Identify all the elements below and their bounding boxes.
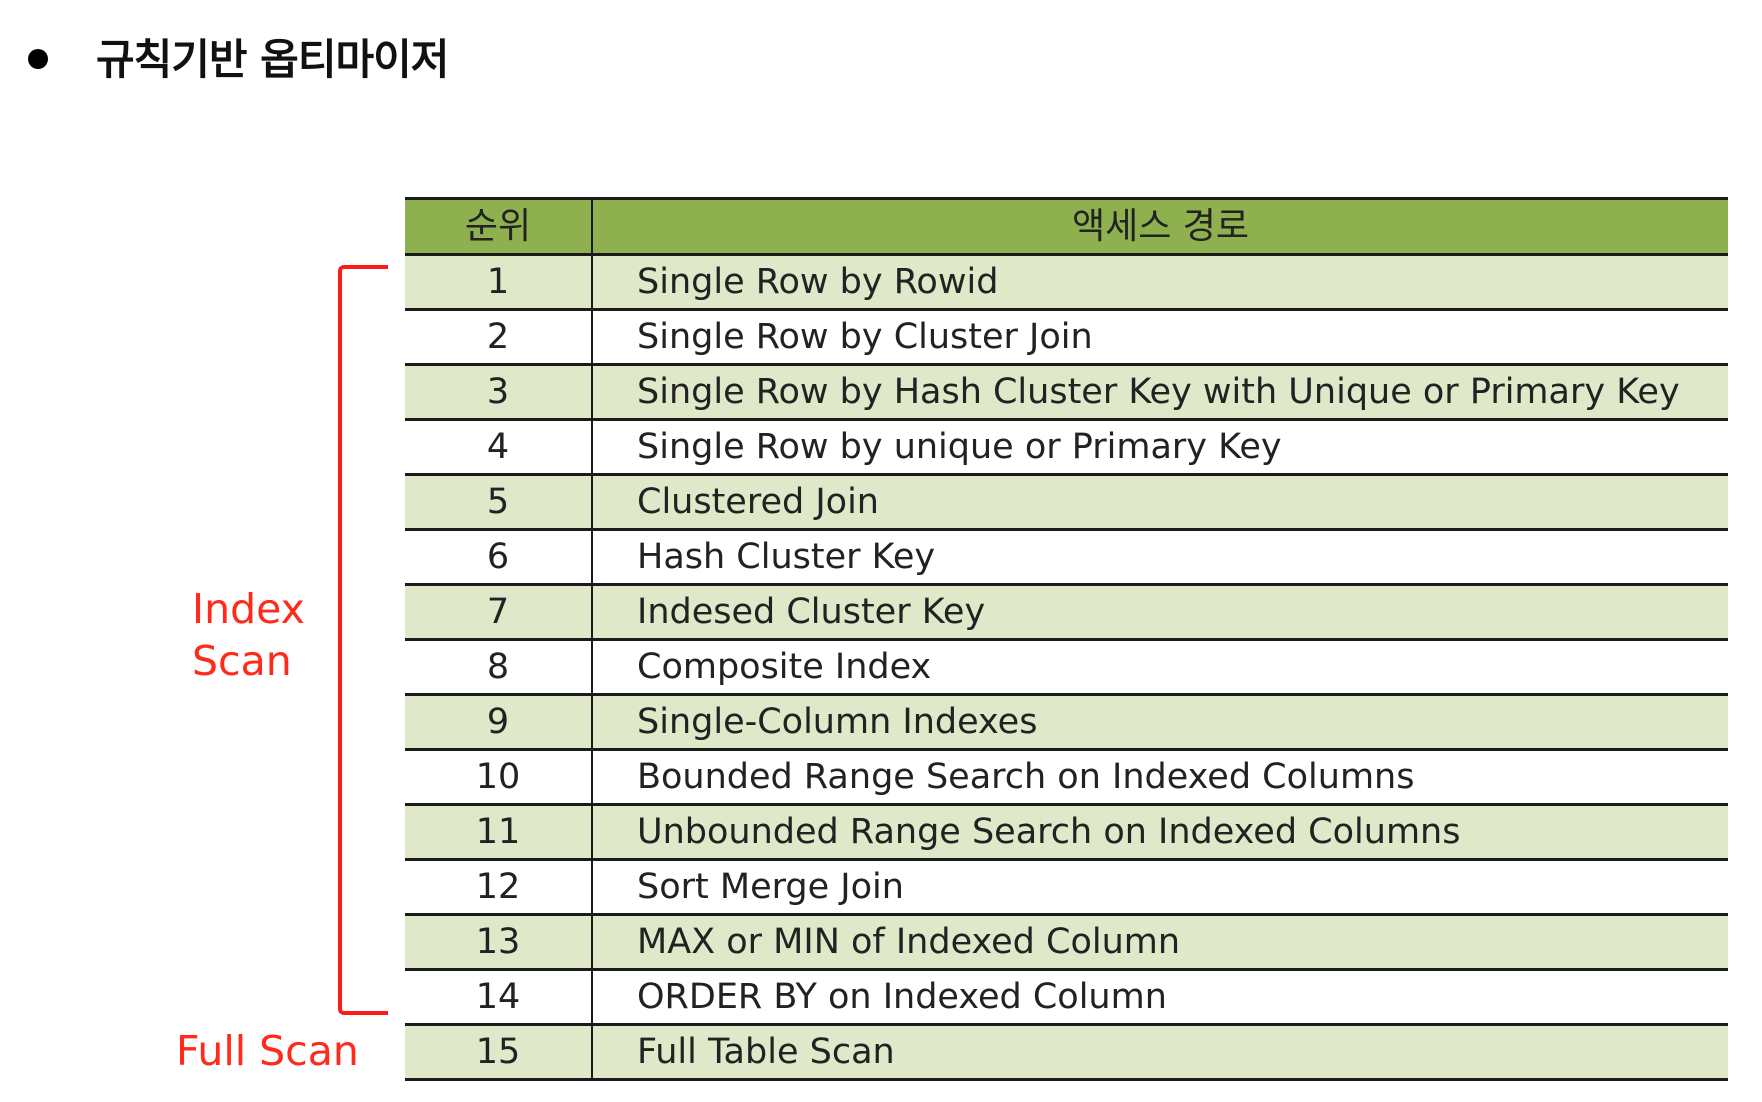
rank-cell: 14 [405,969,593,1026]
page-title: 규칙기반 옵티마이저 [96,35,449,84]
bullet-point [28,49,48,69]
table-row: 5 Clustered Join [405,474,1728,531]
rank-cell: 12 [405,859,593,916]
table-row: 1 Single Row by Rowid [405,254,1728,311]
rank-cell: 7 [405,584,593,641]
access-path-table: 순위 액세스 경로 1 Single Row by Rowid 2 Single… [405,197,1728,1081]
rank-cell: 4 [405,419,593,476]
rank-cell: 10 [405,749,593,806]
access-path-cell: Hash Cluster Key [592,529,1728,586]
index-scan-label-line1: Index [192,585,305,633]
access-path-cell: Single-Column Indexes [592,694,1728,751]
rank-cell: 13 [405,914,593,971]
index-scan-label-line2: Scan [192,637,292,685]
rank-column-header: 순위 [405,197,593,256]
rank-cell: 8 [405,639,593,696]
access-path-cell: Sort Merge Join [592,859,1728,916]
table-row: 14 ORDER BY on Indexed Column [405,969,1728,1026]
access-path-cell: Single Row by Rowid [592,254,1728,311]
table-row: 15 Full Table Scan [405,1024,1728,1081]
table-row: 10 Bounded Range Search on Indexed Colum… [405,749,1728,806]
index-scan-bracket [338,265,388,1015]
access-path-cell: Indesed Cluster Key [592,584,1728,641]
access-path-cell: ORDER BY on Indexed Column [592,969,1728,1026]
table-row: 7 Indesed Cluster Key [405,584,1728,641]
access-path-cell: Full Table Scan [592,1024,1728,1081]
access-path-cell: MAX or MIN of Indexed Column [592,914,1728,971]
rank-cell: 3 [405,364,593,421]
table-row: 9 Single-Column Indexes [405,694,1728,751]
table-row: 12 Sort Merge Join [405,859,1728,916]
rank-cell: 15 [405,1024,593,1081]
table-row: 13 MAX or MIN of Indexed Column [405,914,1728,971]
access-path-cell: Single Row by Cluster Join [592,309,1728,366]
table-row: 11 Unbounded Range Search on Indexed Col… [405,804,1728,861]
access-path-cell: Unbounded Range Search on Indexed Column… [592,804,1728,861]
access-path-cell: Single Row by unique or Primary Key [592,419,1728,476]
table-row: 3 Single Row by Hash Cluster Key with Un… [405,364,1728,421]
rank-cell: 1 [405,254,593,311]
table-row: 6 Hash Cluster Key [405,529,1728,586]
access-path-cell: Single Row by Hash Cluster Key with Uniq… [592,364,1728,421]
rank-cell: 11 [405,804,593,861]
full-scan-label: Full Scan [176,1027,359,1075]
rank-cell: 6 [405,529,593,586]
access-path-column-header: 액세스 경로 [592,197,1728,256]
table-row: 4 Single Row by unique or Primary Key [405,419,1728,476]
rank-cell: 5 [405,474,593,531]
table-row: 8 Composite Index [405,639,1728,696]
index-scan-label: Index Scan [192,583,305,687]
access-path-cell: Clustered Join [592,474,1728,531]
table-header-row: 순위 액세스 경로 [405,197,1728,256]
access-path-cell: Composite Index [592,639,1728,696]
table-row: 2 Single Row by Cluster Join [405,309,1728,366]
rank-cell: 2 [405,309,593,366]
rank-cell: 9 [405,694,593,751]
access-path-cell: Bounded Range Search on Indexed Columns [592,749,1728,806]
